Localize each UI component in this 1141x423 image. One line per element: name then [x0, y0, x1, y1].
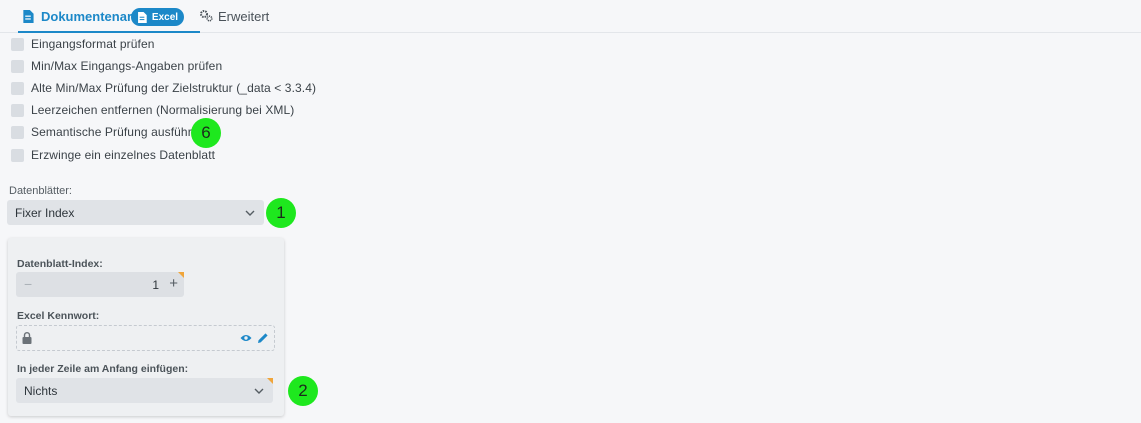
checkbox[interactable]: [11, 148, 24, 162]
eye-icon[interactable]: [240, 333, 252, 343]
checkbox-label: Alte Min/Max Prüfung der Zielstruktur (_…: [31, 81, 317, 95]
modified-indicator: [267, 378, 273, 384]
excel-password-field[interactable]: [16, 325, 275, 351]
tab-document-type-label: Dokumentenart: [41, 8, 137, 24]
checkbox-row[interactable]: Min/Max Eingangs-Angaben prüfen: [11, 58, 222, 74]
annotation-marker: 6: [191, 118, 221, 148]
datasheet-index-value[interactable]: 1: [152, 278, 159, 292]
checkbox-row[interactable]: Eingangsformat prüfen: [11, 36, 155, 52]
datasheet-index-label: Datenblatt-Index:: [17, 258, 103, 270]
excel-badge-label: Excel: [151, 11, 179, 23]
checkbox-row[interactable]: Alte Min/Max Prüfung der Zielstruktur (_…: [11, 80, 316, 96]
increment-button[interactable]: +: [169, 275, 178, 292]
tab-extended[interactable]: Erweitert: [200, 0, 269, 32]
checkbox-row[interactable]: Erzwinge ein einzelnes Datenblatt: [11, 147, 215, 163]
excel-badge[interactable]: Excel: [131, 8, 184, 26]
tab-extended-label: Erweitert: [218, 8, 270, 24]
excel-password-label: Excel Kennwort:: [17, 310, 100, 322]
lock-icon: [22, 332, 32, 344]
datasheets-select[interactable]: Fixer Index: [7, 200, 264, 225]
checkbox-label: Leerzeichen entfernen (Normalisierung be…: [31, 103, 295, 117]
tab-bar: Dokumentenart Excel Erweitert: [0, 0, 1141, 33]
settings-icon: [200, 10, 213, 22]
checkbox[interactable]: [11, 103, 24, 117]
tab-document-type[interactable]: Dokumentenart: [18, 0, 201, 33]
checkbox-label: Min/Max Eingangs-Angaben prüfen: [31, 59, 223, 73]
checkbox[interactable]: [11, 59, 24, 73]
checkbox-label: Erzwinge ein einzelnes Datenblatt: [31, 148, 216, 162]
chevron-down-icon: [245, 210, 255, 216]
chevron-down-icon: [254, 388, 264, 394]
datasheets-label: Datenblätter:: [9, 185, 72, 197]
file-icon: [137, 11, 147, 23]
insert-prefix-label: In jeder Zeile am Anfang einfügen:: [17, 363, 189, 375]
checkbox-label: Eingangsformat prüfen: [31, 37, 155, 51]
checkbox-row[interactable]: Leerzeichen entfernen (Normalisierung be…: [11, 102, 294, 118]
insert-prefix-select[interactable]: Nichts: [16, 378, 273, 403]
annotation-marker: 1: [266, 198, 296, 228]
active-tab-indicator: [18, 31, 201, 33]
checkbox[interactable]: [11, 81, 24, 95]
checkbox-label: Semantische Prüfung ausführen: [31, 125, 206, 139]
file-icon: [23, 9, 34, 23]
pencil-icon[interactable]: [257, 332, 269, 344]
datasheet-index-stepper[interactable]: − 1 +: [16, 272, 184, 297]
datasheets-selected-value: Fixer Index: [15, 205, 75, 220]
checkbox[interactable]: [11, 125, 24, 139]
modified-indicator: [178, 272, 184, 278]
decrement-button[interactable]: −: [24, 276, 32, 292]
checkbox[interactable]: [11, 37, 24, 51]
insert-prefix-selected-value: Nichts: [24, 383, 58, 398]
annotation-marker: 2: [288, 376, 318, 406]
checkbox-row[interactable]: Semantische Prüfung ausführen: [11, 124, 205, 140]
